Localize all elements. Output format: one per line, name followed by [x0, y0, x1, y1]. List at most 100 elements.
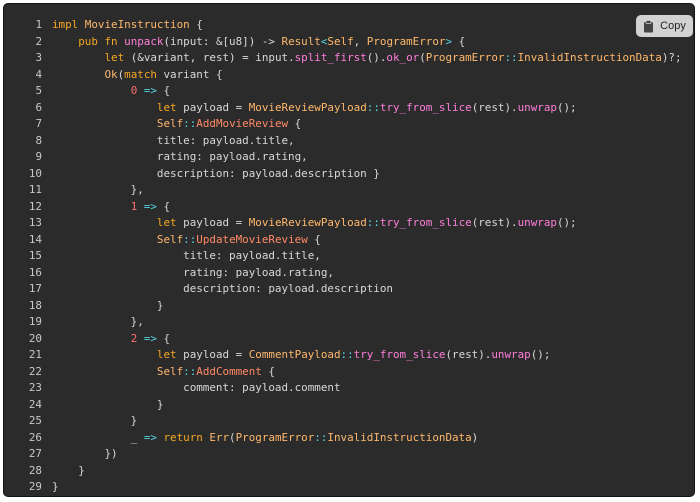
code-token: Self: [156, 364, 184, 378]
code-text: 2 => {: [52, 331, 170, 348]
code-text: title: payload.title,: [52, 133, 295, 150]
code-token: MovieInstruction: [84, 18, 190, 31]
code-token: description: payload.description: [52, 282, 393, 295]
code-line: 6 let payload = MovieReviewPayload::try_…: [4, 100, 694, 117]
code-text: }): [52, 446, 117, 463]
line-number: 10: [28, 166, 42, 180]
code-line: 8 title: payload.title,: [4, 133, 694, 150]
code-text: Self::AddComment {: [52, 364, 275, 381]
code-token: unwrap: [517, 100, 557, 114]
code-text: description: payload.description: [52, 281, 393, 298]
code-text: 1 => {: [52, 199, 170, 216]
code-text: 0 => {: [52, 83, 170, 100]
line-number: 5: [35, 84, 42, 97]
code-line: 10 description: payload.description }: [4, 166, 694, 183]
code-line: 22 Self::AddComment {: [4, 364, 694, 381]
line-number: 29: [28, 480, 42, 493]
code-token: ::: [504, 51, 518, 64]
code-token: MovieReviewPayload: [248, 100, 367, 114]
code-token: comment: payload.comment: [52, 381, 341, 394]
code-line: 9 rating: payload.rating,: [4, 149, 694, 166]
code-text: },: [52, 182, 144, 199]
code-text: Self::AddMovieReview {: [52, 116, 301, 133]
line-number: 20: [28, 331, 42, 345]
code-text: }: [52, 298, 164, 315]
code-text: _ => return Err(ProgramError::InvalidIns…: [52, 430, 479, 447]
code-token: (rest).: [471, 216, 518, 229]
code-line: 19 },: [4, 314, 694, 331]
line-number: 24: [28, 397, 42, 411]
code-text: rating: payload.rating,: [52, 265, 334, 282]
code-token: Self: [156, 117, 184, 130]
code-line: 26 _ => return Err(ProgramError::Invalid…: [4, 430, 694, 447]
code-token: ProgramError: [425, 51, 505, 64]
code-token: impl: [52, 18, 85, 31]
code-line: 13 let payload = MovieReviewPayload::try…: [4, 215, 694, 232]
code-line: 27 }): [4, 446, 694, 463]
code-line: 3 let (&variant, rest) = input.split_fir…: [4, 50, 694, 67]
line-number: 2: [35, 34, 42, 48]
line-number: 19: [28, 315, 42, 328]
line-number: 17: [28, 282, 42, 295]
code-token: title: payload.title,: [52, 249, 321, 262]
code-text: pub fn unpack(input: &[u8]) -> Result<Se…: [52, 34, 465, 51]
code-text: let payload = CommentPayload::try_from_s…: [52, 347, 550, 364]
code-text: }: [52, 479, 59, 496]
code-token: ();: [530, 348, 551, 361]
code-token: {: [261, 364, 275, 378]
line-number: 25: [28, 414, 42, 427]
code-line: 7 Self::AddMovieReview {: [4, 116, 694, 133]
code-token: match: [124, 67, 164, 81]
line-number: 3: [35, 51, 42, 64]
code-text: comment: payload.comment: [52, 380, 341, 397]
code-token: =>: [137, 199, 164, 213]
code-token: pub fn: [78, 34, 125, 48]
code-token: rating: payload.rating,: [52, 150, 308, 163]
code-token: ok_or: [386, 51, 420, 64]
code-token: ::: [183, 364, 197, 378]
code-token: description: payload.description }: [52, 166, 380, 180]
line-number: 12: [28, 199, 42, 213]
code-token: {: [163, 84, 171, 97]
code-token: try_from_slice: [353, 348, 446, 361]
code-token: variant {: [163, 67, 223, 81]
code-line: 4 Ok(match variant {: [4, 67, 694, 84]
code-line: 25 }: [4, 413, 694, 430]
code-token: ): [471, 430, 479, 444]
code-token: ();: [556, 216, 577, 229]
code-token: ::: [183, 117, 197, 130]
code-text: impl MovieInstruction {: [52, 17, 203, 34]
code-token: =>: [137, 331, 164, 345]
line-number: 26: [28, 430, 42, 444]
code-token: rating: payload.rating,: [52, 265, 334, 279]
code-token: ProgramError: [366, 34, 446, 48]
code-token: split_first: [294, 51, 367, 64]
line-number: 7: [35, 117, 42, 130]
line-number: 14: [28, 232, 42, 246]
code-token: (rest).: [471, 100, 518, 114]
line-number: 4: [35, 67, 42, 81]
code-text: }: [52, 397, 164, 414]
code-token: unwrap: [491, 348, 531, 361]
line-number: 13: [28, 216, 42, 229]
line-number: 1: [35, 18, 42, 31]
code-line: 16 rating: payload.rating,: [4, 265, 694, 282]
line-number: 11: [28, 183, 42, 196]
code-token: (rest).: [445, 348, 492, 361]
code-line: 23 comment: payload.comment: [4, 380, 694, 397]
code-text: Ok(match variant {: [52, 67, 223, 84]
code-line: 14 Self::UpdateMovieReview {: [4, 232, 694, 249]
code-token: {: [163, 331, 171, 345]
code-text: description: payload.description }: [52, 166, 380, 183]
code-text: let (&variant, rest) = input.split_first…: [52, 50, 681, 67]
code-token: payload =: [183, 348, 249, 361]
line-number: 16: [28, 265, 42, 279]
code-token: InvalidInstructionData: [517, 51, 662, 64]
code-token: },: [52, 183, 144, 196]
code-text: rating: payload.rating,: [52, 149, 308, 166]
